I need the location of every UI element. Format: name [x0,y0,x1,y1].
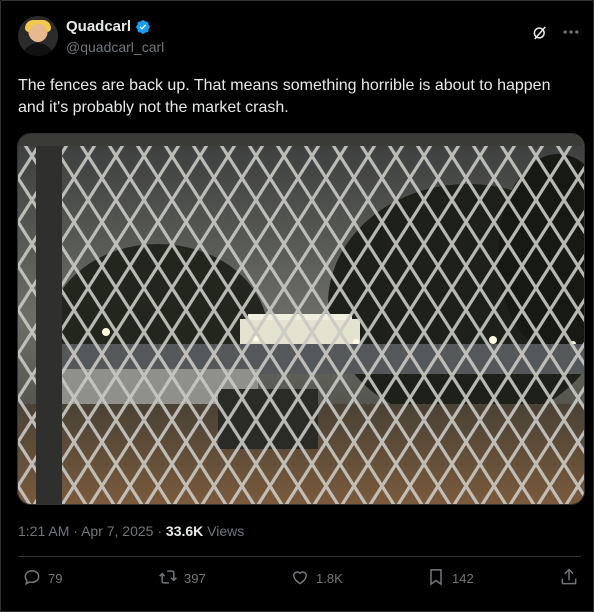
share-button[interactable] [559,567,579,590]
avatar-suit [22,43,54,56]
like-count: 1.8K [316,571,343,586]
action-bar: 79 397 1.8K 142 [18,567,579,595]
repost-button[interactable]: 397 [158,567,206,590]
views-label: Views [207,523,245,539]
tweet-text: The fences are back up. That means somet… [18,77,551,116]
more-icon[interactable] [561,22,581,42]
grok-icon[interactable] [531,24,549,42]
verified-badge-icon [135,19,151,35]
like-button[interactable]: 1.8K [290,567,343,590]
divider [18,556,581,557]
handle[interactable]: @quadcarl_carl [66,39,164,55]
repost-count: 397 [184,571,206,586]
repost-icon [158,567,178,590]
meta-separator: · [73,523,78,539]
reply-count: 79 [48,571,63,586]
avatar-face [29,24,47,42]
tweet-time[interactable]: 1:21 AM [18,523,69,539]
bookmark-count: 142 [452,571,474,586]
bookmark-button[interactable]: 142 [426,567,474,590]
share-icon [559,567,579,590]
meta-separator-2: · [157,523,163,539]
bookmark-icon [426,567,446,590]
tweet-meta: 1:21 AM · Apr 7, 2025 · 33.6K Views [18,523,244,539]
avatar[interactable] [18,16,58,56]
views-count: 33.6K [165,523,204,539]
tweet-card: Quadcarl @quadcarl_carl The fences are b… [0,0,594,612]
like-icon [290,567,310,590]
tweet-date[interactable]: Apr 7, 2025 [81,523,153,539]
reply-button[interactable]: 79 [22,567,62,590]
photo-fence-white-house-night [18,134,584,504]
display-name[interactable]: Quadcarl [66,18,131,35]
name-line: Quadcarl [66,18,151,35]
reply-icon [22,567,42,590]
tweet-header: Quadcarl @quadcarl_carl [18,16,581,60]
tweet-photo[interactable] [17,133,585,505]
